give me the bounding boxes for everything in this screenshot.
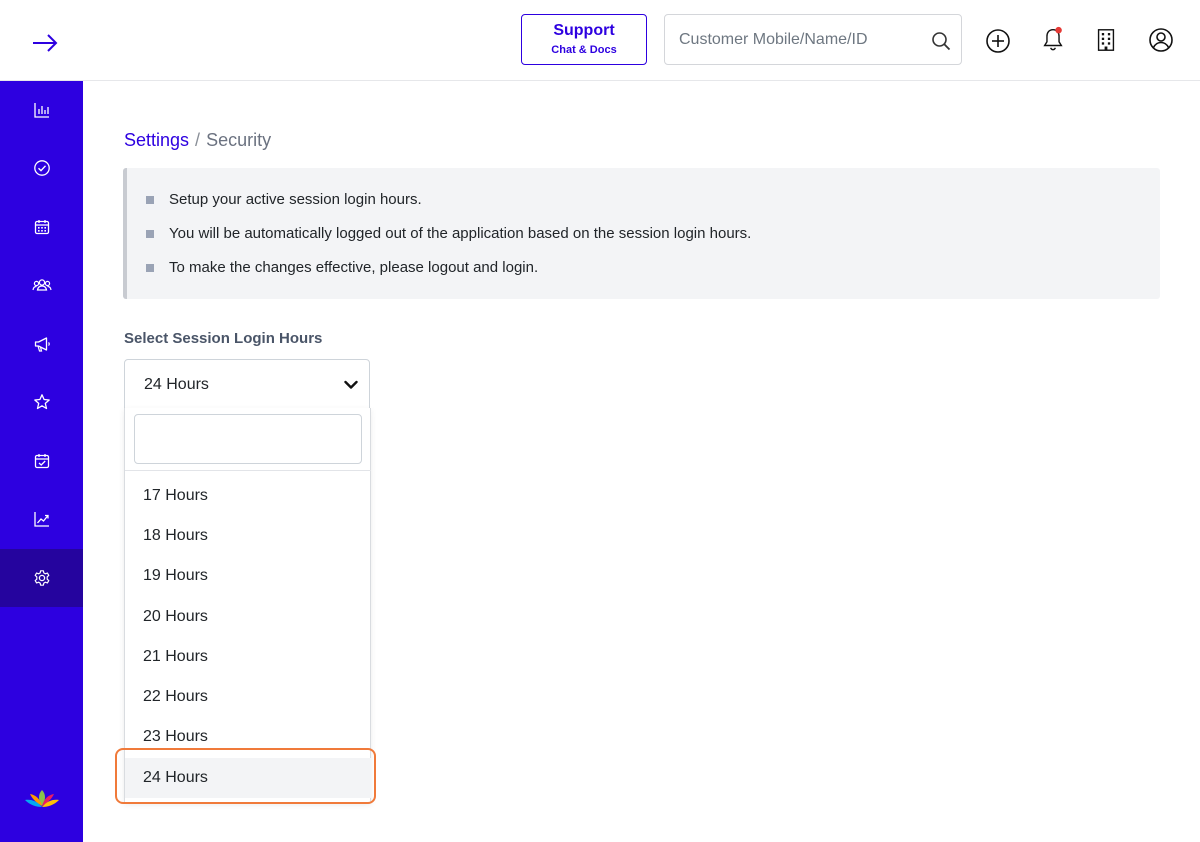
support-subtitle: Chat & Docs: [551, 44, 617, 56]
user-profile-icon[interactable]: [1148, 27, 1174, 53]
session-hours-selected-value: 24 Hours: [144, 376, 209, 393]
info-item: You will be automatically logged out of …: [146, 224, 751, 244]
sidebar-item-tasks[interactable]: [0, 139, 83, 197]
option-21-hours[interactable]: 21 Hours: [125, 637, 371, 677]
users-icon: [31, 279, 52, 291]
trend-chart-icon: [33, 512, 49, 527]
square-bullet-icon: [146, 230, 154, 238]
breadcrumb: Settings / Security: [124, 129, 271, 151]
sidebar-item-settings[interactable]: [0, 549, 83, 607]
sidebar-item-analytics[interactable]: [0, 490, 83, 548]
top-bar: Support Chat & Docs: [0, 0, 1200, 81]
option-22-hours[interactable]: 22 Hours: [125, 677, 371, 717]
dropdown-search-input[interactable]: [134, 414, 362, 464]
option-19-hours[interactable]: 19 Hours: [125, 556, 371, 596]
star-icon: [33, 394, 50, 410]
search-icon[interactable]: [931, 31, 951, 51]
customer-search-input[interactable]: [679, 29, 919, 51]
sidebar-item-reviews[interactable]: [0, 373, 83, 431]
info-text: To make the changes effective, please lo…: [169, 259, 539, 276]
customer-search: [664, 14, 962, 65]
sidebar-item-appointments[interactable]: [0, 198, 83, 256]
megaphone-icon: [34, 337, 50, 352]
calendar-check-icon: [34, 454, 49, 469]
breadcrumb-separator: /: [195, 130, 201, 150]
sidebar: [0, 81, 83, 842]
support-title: Support: [553, 22, 615, 39]
info-item: Setup your active session login hours.: [146, 190, 422, 210]
add-circle-icon[interactable]: [985, 28, 1011, 54]
calendar-icon: [34, 220, 49, 235]
sidebar-item-campaigns[interactable]: [0, 315, 83, 373]
session-hours-label: Select Session Login Hours: [124, 330, 323, 347]
arrow-right-icon[interactable]: [30, 30, 60, 56]
option-20-hours[interactable]: 20 Hours: [125, 597, 371, 637]
bell-icon[interactable]: [1040, 26, 1066, 52]
info-item: To make the changes effective, please lo…: [146, 258, 538, 278]
option-24-hours[interactable]: 24 Hours: [125, 758, 371, 798]
chevron-down-icon: [344, 380, 358, 389]
gear-icon: [34, 570, 49, 586]
breadcrumb-settings-link[interactable]: Settings: [124, 130, 189, 150]
breadcrumb-current: Security: [206, 130, 272, 150]
session-hours-select[interactable]: 24 Hours: [124, 359, 370, 409]
session-hours-dropdown: 17 Hours 18 Hours 19 Hours 20 Hours 21 H…: [124, 408, 371, 803]
security-info-box: Setup your active session login hours. Y…: [123, 168, 1160, 299]
square-bullet-icon: [146, 264, 154, 272]
sidebar-item-customers[interactable]: [0, 256, 83, 314]
support-button[interactable]: Support Chat & Docs: [521, 14, 647, 65]
option-18-hours[interactable]: 18 Hours: [125, 516, 371, 556]
check-circle-icon: [33, 160, 50, 176]
square-bullet-icon: [146, 196, 154, 204]
lotus-logo-icon: [25, 790, 59, 807]
sidebar-item-schedule[interactable]: [0, 432, 83, 490]
info-text: You will be automatically logged out of …: [169, 225, 752, 242]
info-text: Setup your active session login hours.: [169, 191, 422, 208]
sidebar-item-reports[interactable]: [0, 81, 83, 139]
building-icon[interactable]: [1093, 27, 1119, 53]
option-23-hours[interactable]: 23 Hours: [125, 717, 371, 757]
bar-chart-icon: [33, 103, 49, 118]
option-17-hours[interactable]: 17 Hours: [125, 476, 371, 516]
dropdown-divider: [125, 470, 371, 471]
